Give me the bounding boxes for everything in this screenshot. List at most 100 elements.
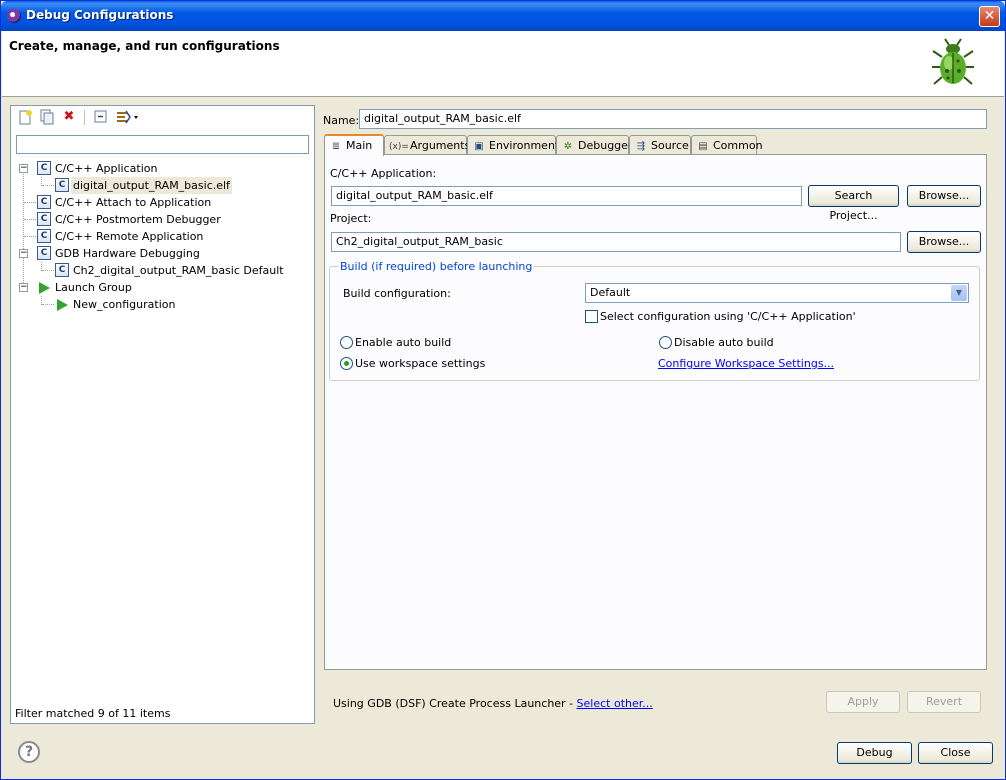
tree-item-label: digital_output_RAM_basic.elf — [71, 177, 232, 194]
tab-main[interactable]: ≣ Main — [324, 134, 384, 156]
disable-auto-build-label: Disable auto build — [674, 336, 774, 349]
tree-item-label: C/C++ Postmortem Debugger — [55, 213, 221, 226]
duplicate-configuration-button[interactable] — [39, 109, 55, 125]
new-configuration-button[interactable] — [17, 109, 33, 125]
eclipse-icon — [7, 9, 21, 23]
browse-project-button[interactable]: Browse... — [907, 231, 981, 253]
use-workspace-settings-radio[interactable] — [340, 357, 353, 370]
tree-item-label: Ch2_digital_output_RAM_basic Default — [73, 264, 284, 277]
configure-workspace-settings-link[interactable]: Configure Workspace Settings... — [658, 357, 834, 370]
build-group-title: Build (if required) before launching — [338, 260, 535, 273]
tree-guide-line — [24, 219, 36, 220]
title-bar[interactable]: Debug Configurations ✕ — [1, 1, 1005, 31]
launcher-info: Using GDB (DSF) Create Process Launcher … — [333, 697, 653, 710]
build-configuration-label: Build configuration: — [343, 287, 451, 300]
window-close-button[interactable]: ✕ — [979, 6, 1000, 27]
environment-tab-icon: ▣ — [474, 141, 484, 152]
chevron-down-icon[interactable]: ▼ — [951, 285, 967, 301]
cpp-application-field[interactable]: digital_output_RAM_basic.elf — [331, 186, 802, 206]
c-launch-icon: C — [37, 195, 51, 209]
source-tab-icon: ⇶ — [636, 141, 646, 152]
filter-icon — [117, 110, 138, 124]
configuration-tree-pane: ✖ − C C/C++ Application C digital_output… — [10, 105, 315, 724]
c-launch-icon: C — [55, 178, 69, 192]
debug-bug-icon — [932, 38, 974, 85]
delete-configuration-button[interactable]: ✖ — [61, 109, 77, 125]
tree-toolbar: ✖ — [15, 109, 215, 129]
debug-button[interactable]: Debug — [837, 742, 912, 764]
tab-debugger[interactable]: ✲ Debugger — [556, 135, 633, 155]
browse-application-button[interactable]: Browse... — [907, 185, 981, 207]
window-title: Debug Configurations — [26, 8, 174, 22]
c-launch-icon: C — [55, 263, 69, 277]
build-configuration-select[interactable]: Default ▼ — [585, 283, 969, 303]
tree-item-cpp-application[interactable]: − C C/C++ Application — [15, 160, 310, 177]
project-label: Project: — [330, 212, 372, 225]
launcher-text: Using GDB (DSF) Create Process Launcher … — [333, 697, 577, 710]
tab-label: Debugger — [578, 139, 633, 152]
collapse-all-button[interactable] — [93, 109, 109, 125]
tree-guide-line — [42, 185, 54, 186]
enable-auto-build-radio[interactable] — [340, 336, 353, 349]
tree-guide-line — [24, 202, 36, 203]
collapse-toggle[interactable]: − — [19, 164, 28, 173]
cpp-application-label: C/C++ Application: — [330, 167, 437, 180]
tree-item-launch-group[interactable]: − Launch Group — [15, 279, 310, 296]
filter-status: Filter matched 9 of 11 items — [15, 707, 171, 720]
collapse-all-icon — [94, 110, 107, 123]
tab-label: Main — [346, 139, 373, 152]
name-field[interactable]: digital_output_RAM_basic.elf — [359, 109, 987, 129]
collapse-toggle[interactable]: − — [19, 249, 28, 258]
main-tab-panel: C/C++ Application: digital_output_RAM_ba… — [324, 154, 987, 670]
build-configuration-value: Default — [590, 286, 631, 299]
help-icon[interactable]: ? — [18, 741, 40, 763]
tree-item-new-configuration[interactable]: New_configuration — [15, 296, 310, 313]
delete-icon: ✖ — [63, 109, 75, 124]
arguments-tab-icon: (x)= — [389, 142, 409, 152]
select-other-link[interactable]: Select other... — [577, 697, 653, 710]
use-workspace-settings-label: Use workspace settings — [355, 357, 486, 370]
filter-input[interactable] — [16, 135, 309, 154]
search-project-button[interactable]: Search Project... — [808, 185, 899, 222]
debug-configurations-window: Debug Configurations ✕ Create, manage, a… — [0, 0, 1006, 780]
revert-button[interactable]: Revert — [907, 691, 981, 713]
tab-label: Common — [713, 139, 763, 152]
tree-item-label: New_configuration — [73, 298, 176, 311]
debugger-tab-icon: ✲ — [563, 141, 573, 152]
tab-source[interactable]: ⇶ Source — [629, 135, 691, 155]
configuration-editor-pane: Name: digital_output_RAM_basic.elf ≣ Main… — [319, 105, 995, 724]
close-button[interactable]: Close — [918, 742, 993, 764]
launch-group-icon — [39, 282, 50, 294]
dialog-header: Create, manage, and run configurations — [2, 31, 1004, 97]
tree-item-cpp-postmortem[interactable]: C C/C++ Postmortem Debugger — [15, 211, 310, 228]
enable-auto-build-label: Enable auto build — [355, 336, 452, 349]
tree-item-label: C/C++ Remote Application — [55, 230, 204, 243]
select-config-checkbox[interactable] — [585, 310, 598, 323]
disable-auto-build-radio[interactable] — [659, 336, 672, 349]
tab-arguments[interactable]: (x)=Arguments — [384, 135, 470, 155]
tree-item-label: Launch Group — [55, 281, 132, 294]
filter-menu-button[interactable] — [115, 109, 141, 125]
collapse-toggle[interactable]: − — [19, 283, 28, 292]
tree-guide-line — [42, 304, 54, 305]
c-launch-icon: C — [37, 161, 51, 175]
duplicate-icon — [40, 109, 54, 125]
tab-label: Environment — [489, 139, 560, 152]
tree-item-cpp-attach[interactable]: C C/C++ Attach to Application — [15, 194, 310, 211]
project-field[interactable]: Ch2_digital_output_RAM_basic — [331, 232, 901, 252]
c-launch-icon: C — [37, 246, 51, 260]
tree-guide-line — [42, 270, 54, 271]
new-config-icon — [19, 110, 32, 125]
apply-button[interactable]: Apply — [826, 691, 900, 713]
header-title: Create, manage, and run configurations — [9, 39, 280, 53]
tree-item-ch2-default[interactable]: C Ch2_digital_output_RAM_basic Default — [15, 262, 310, 279]
tree-item-gdb-hardware[interactable]: − C GDB Hardware Debugging — [15, 245, 310, 262]
launch-group-icon — [57, 299, 68, 311]
tab-environment[interactable]: ▣ Environment — [467, 135, 560, 155]
main-tab-icon: ≣ — [331, 141, 341, 152]
tree-item-cpp-remote[interactable]: C C/C++ Remote Application — [15, 228, 310, 245]
tab-common[interactable]: ▤ Common — [691, 135, 763, 155]
tree-item-digital-output-elf[interactable]: C digital_output_RAM_basic.elf — [15, 177, 310, 194]
tab-label: Source — [651, 139, 689, 152]
tree-item-label: C/C++ Application — [55, 162, 158, 175]
